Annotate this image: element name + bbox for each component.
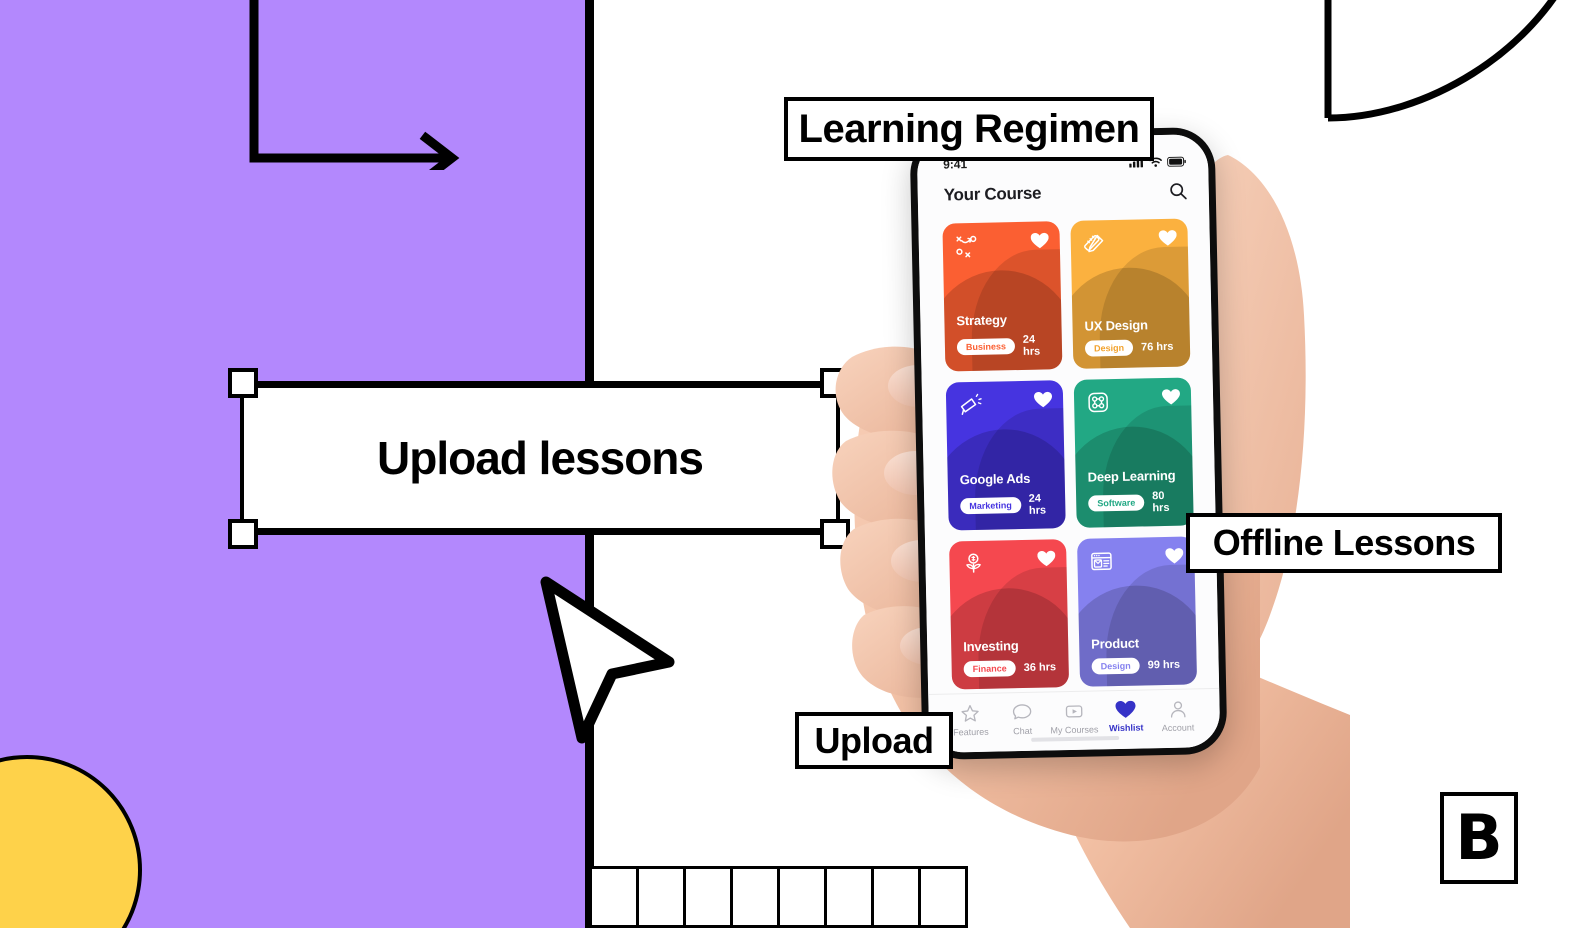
course-card[interactable]: Investing Finance 36 hrs [949, 539, 1070, 690]
callout-label: Learning Regimen [798, 106, 1140, 151]
heart-icon[interactable] [1161, 389, 1180, 406]
tab-account[interactable]: Account [1152, 699, 1204, 733]
course-tag: Business [956, 338, 1016, 356]
course-name: Product [1091, 635, 1140, 652]
course-tag: Design [1084, 339, 1134, 357]
course-hours: 36 hrs [1023, 661, 1057, 674]
video-icon [1065, 705, 1083, 718]
course-card[interactable]: UX Design Design 76 hrs [1070, 218, 1191, 369]
tab-my-courses[interactable]: My Courses [1048, 701, 1100, 735]
course-hours: 99 hrs [1147, 658, 1181, 672]
tab-label: Chat [1013, 725, 1033, 737]
strip-cell[interactable] [683, 866, 733, 928]
course-hours: 24 hrs [1022, 333, 1041, 358]
heart-icon[interactable] [1037, 550, 1056, 567]
heart-icon [1115, 700, 1136, 718]
chat-icon [1013, 704, 1032, 720]
course-tag: Design [1091, 657, 1140, 675]
course-card[interactable]: Google Ads Marketing 24 hrs [945, 380, 1066, 531]
corner-arrow-icon [249, 0, 460, 170]
resize-handle-bottom-left[interactable] [228, 519, 258, 549]
strip-cell[interactable] [589, 866, 639, 928]
heart-icon[interactable] [1165, 548, 1184, 565]
search-icon[interactable] [1170, 182, 1187, 199]
resize-handle-top-left[interactable] [228, 368, 258, 398]
callout-learning-regimen[interactable]: Learning Regimen [784, 97, 1154, 161]
course-name: Google Ads [959, 470, 1031, 488]
tab-label: My Courses [1050, 724, 1099, 736]
heart-icon[interactable] [1158, 230, 1177, 247]
tab-label: Wishlist [1108, 722, 1144, 734]
strip-cell[interactable] [918, 866, 968, 928]
tab-label: Account [1161, 722, 1195, 734]
course-card[interactable]: Deep Learning Software 80 hrs [1073, 377, 1194, 528]
tab-wishlist[interactable]: Wishlist [1100, 700, 1152, 733]
bottom-square-strip [589, 866, 968, 928]
callout-label: Upload [814, 719, 935, 761]
person-icon [1170, 701, 1186, 718]
canvas-stage: Upload lessons 9:41 Your Course Strategy… [0, 0, 1584, 928]
course-tag: Finance [963, 660, 1016, 678]
course-hours: 76 hrs [1140, 340, 1174, 354]
phone-screen: 9:41 Your Course Strategy Business 24 hr… [916, 134, 1221, 760]
callout-upload[interactable]: Upload [795, 712, 953, 769]
bottom-tab-bar: Features Chat My Courses Wishlist Accoun… [928, 687, 1221, 760]
course-name: Strategy [956, 312, 1007, 329]
course-card-grid: Strategy Business 24 hrs UX Design Desig… [918, 212, 1219, 694]
course-hours: 24 hrs [1028, 492, 1047, 517]
strip-cell[interactable] [824, 866, 874, 928]
callout-label: Offline Lessons [1212, 522, 1476, 563]
callout-offline-lessons[interactable]: Offline Lessons [1186, 513, 1502, 573]
strip-cell[interactable] [636, 866, 686, 928]
page-title: Your Course [943, 183, 1042, 205]
star-icon [961, 704, 980, 722]
brand-letter: B [1455, 801, 1503, 874]
course-name: UX Design [1084, 317, 1148, 334]
course-tag: Software [1088, 494, 1145, 512]
mouse-cursor-icon [540, 576, 675, 744]
course-name: Deep Learning [1087, 467, 1176, 485]
course-tag: Marketing [960, 497, 1021, 515]
strip-cell[interactable] [871, 866, 921, 928]
strategy-icon [956, 235, 977, 258]
heart-icon[interactable] [1034, 391, 1053, 408]
course-card[interactable]: Strategy Business 24 hrs [942, 221, 1063, 372]
heart-icon[interactable] [1030, 232, 1049, 249]
webpage-icon [1091, 552, 1112, 571]
course-hours: 80 hrs [1152, 490, 1170, 515]
phone-device: 9:41 Your Course Strategy Business 24 hr… [909, 126, 1228, 761]
tab-chat[interactable]: Chat [996, 702, 1048, 736]
course-name: Investing [963, 638, 1019, 655]
quarter-arc-icon [1324, 0, 1557, 122]
strip-cell[interactable] [730, 866, 780, 928]
ruler-pencil-icon [1084, 234, 1104, 253]
app-bar: Your Course [917, 168, 1209, 218]
neural-net-icon [1088, 392, 1108, 413]
money-plant-icon [966, 553, 981, 573]
strip-cell[interactable] [777, 866, 827, 928]
brand-badge: B [1440, 792, 1518, 884]
battery-icon [1167, 156, 1186, 167]
course-card[interactable]: Product Design 99 hrs [1076, 536, 1198, 687]
selected-text-frame[interactable]: Upload lessons [240, 381, 840, 535]
megaphone-icon [960, 393, 982, 415]
selected-text-label: Upload lessons [377, 432, 704, 484]
tab-label: Features [953, 726, 989, 738]
